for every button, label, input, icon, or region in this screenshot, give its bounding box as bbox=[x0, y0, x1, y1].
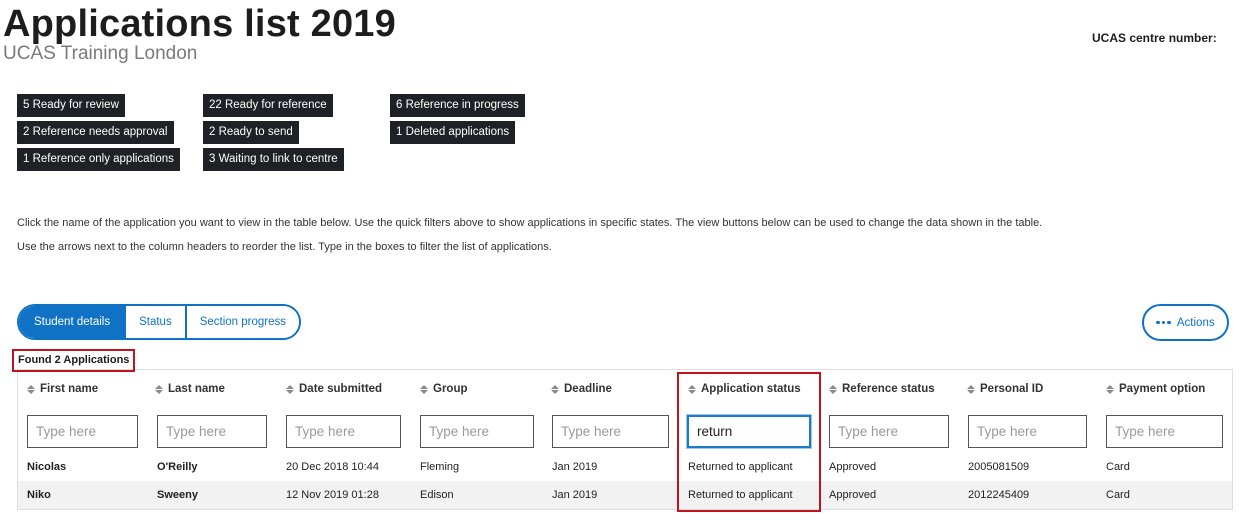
quick-filter-deleted-applications[interactable]: 1 Deleted applications bbox=[390, 121, 516, 144]
filter-application-status[interactable] bbox=[687, 415, 811, 448]
ucas-centre-number-label: UCAS centre number: bbox=[1092, 31, 1217, 45]
sort-icon bbox=[1106, 384, 1114, 394]
cell-application-status: Returned to applicant bbox=[688, 461, 793, 473]
sort-icon bbox=[551, 384, 559, 394]
cell-payment-option: Card bbox=[1106, 461, 1130, 473]
view-tab-status[interactable]: Status bbox=[124, 306, 185, 338]
cell-payment-option: Card bbox=[1106, 489, 1130, 501]
quick-filter-reference-only-applications[interactable]: 1 Reference only applications bbox=[17, 148, 180, 171]
cell-last-name[interactable]: O'Reilly bbox=[157, 461, 198, 473]
quick-filter-ready-for-review[interactable]: 5 Ready for review bbox=[17, 94, 125, 117]
cell-date-submitted: 20 Dec 2018 10:44 bbox=[286, 461, 379, 473]
cell-reference-status: Approved bbox=[829, 489, 877, 501]
more-dots-icon bbox=[1156, 320, 1171, 325]
table-row-background bbox=[18, 481, 1232, 509]
filter-payment-option[interactable] bbox=[1106, 415, 1223, 448]
quick-filter-waiting-to-link-to-centre[interactable]: 3 Waiting to link to centre bbox=[203, 148, 344, 171]
page-title: Applications list 2019 bbox=[3, 3, 396, 45]
filter-first-name[interactable] bbox=[27, 415, 138, 448]
column-header-application-status[interactable]: Application status bbox=[688, 383, 801, 395]
view-tab-section-progress[interactable]: Section progress bbox=[184, 306, 299, 338]
column-header-first-name[interactable]: First name bbox=[27, 383, 98, 395]
quick-filter-ready-for-reference[interactable]: 22 Ready for reference bbox=[203, 94, 333, 117]
actions-button-label: Actions bbox=[1176, 316, 1215, 329]
sort-icon bbox=[967, 384, 975, 394]
filter-date-submitted[interactable] bbox=[286, 415, 401, 448]
view-tab-student-details[interactable]: Student details bbox=[19, 306, 125, 338]
cell-last-name[interactable]: Sweeny bbox=[157, 489, 198, 501]
actions-button[interactable]: Actions bbox=[1142, 304, 1229, 341]
sort-icon bbox=[420, 384, 428, 394]
column-header-date-submitted[interactable]: Date submitted bbox=[286, 383, 382, 395]
cell-reference-status: Approved bbox=[829, 461, 877, 473]
cell-application-status: Returned to applicant bbox=[688, 489, 793, 501]
column-header-reference-status[interactable]: Reference status bbox=[829, 383, 935, 395]
filter-group[interactable] bbox=[420, 415, 534, 448]
quick-filter-reference-in-progress[interactable]: 6 Reference in progress bbox=[390, 94, 525, 117]
column-header-group[interactable]: Group bbox=[420, 383, 468, 395]
cell-group: Edison bbox=[420, 489, 454, 501]
filter-last-name[interactable] bbox=[157, 415, 267, 448]
results-count: Found 2 Applications bbox=[12, 349, 136, 372]
page-subtitle: UCAS Training London bbox=[3, 43, 198, 64]
cell-deadline: Jan 2019 bbox=[552, 461, 598, 473]
cell-deadline: Jan 2019 bbox=[552, 489, 598, 501]
cell-personal-id: 2012245409 bbox=[968, 489, 1030, 501]
column-header-payment-option[interactable]: Payment option bbox=[1106, 383, 1205, 395]
column-header-deadline[interactable]: Deadline bbox=[551, 383, 612, 395]
column-header-last-name[interactable]: Last name bbox=[155, 383, 225, 395]
sort-icon bbox=[286, 384, 294, 394]
filter-deadline[interactable] bbox=[552, 415, 669, 448]
sort-icon bbox=[155, 384, 163, 394]
filter-reference-status[interactable] bbox=[829, 415, 949, 448]
quick-filter-ready-to-send[interactable]: 2 Ready to send bbox=[203, 121, 299, 144]
cell-first-name[interactable]: Nicolas bbox=[27, 461, 66, 473]
cell-date-submitted: 12 Nov 2019 01:28 bbox=[286, 489, 379, 501]
cell-group: Fleming bbox=[420, 461, 460, 473]
view-tabs: Student details Status Section progress bbox=[17, 304, 301, 340]
sort-icon bbox=[27, 384, 35, 394]
sort-icon bbox=[688, 384, 696, 394]
help-text-line-1: Click the name of the application you wa… bbox=[17, 217, 1043, 229]
column-header-personal-id[interactable]: Personal ID bbox=[967, 383, 1043, 395]
filter-personal-id[interactable] bbox=[968, 415, 1087, 448]
quick-filter-reference-needs-approval[interactable]: 2 Reference needs approval bbox=[17, 121, 174, 144]
cell-personal-id: 2005081509 bbox=[968, 461, 1030, 473]
sort-icon bbox=[829, 384, 837, 394]
cell-first-name[interactable]: Niko bbox=[27, 489, 51, 501]
help-text-line-2: Use the arrows next to the column header… bbox=[17, 241, 552, 253]
